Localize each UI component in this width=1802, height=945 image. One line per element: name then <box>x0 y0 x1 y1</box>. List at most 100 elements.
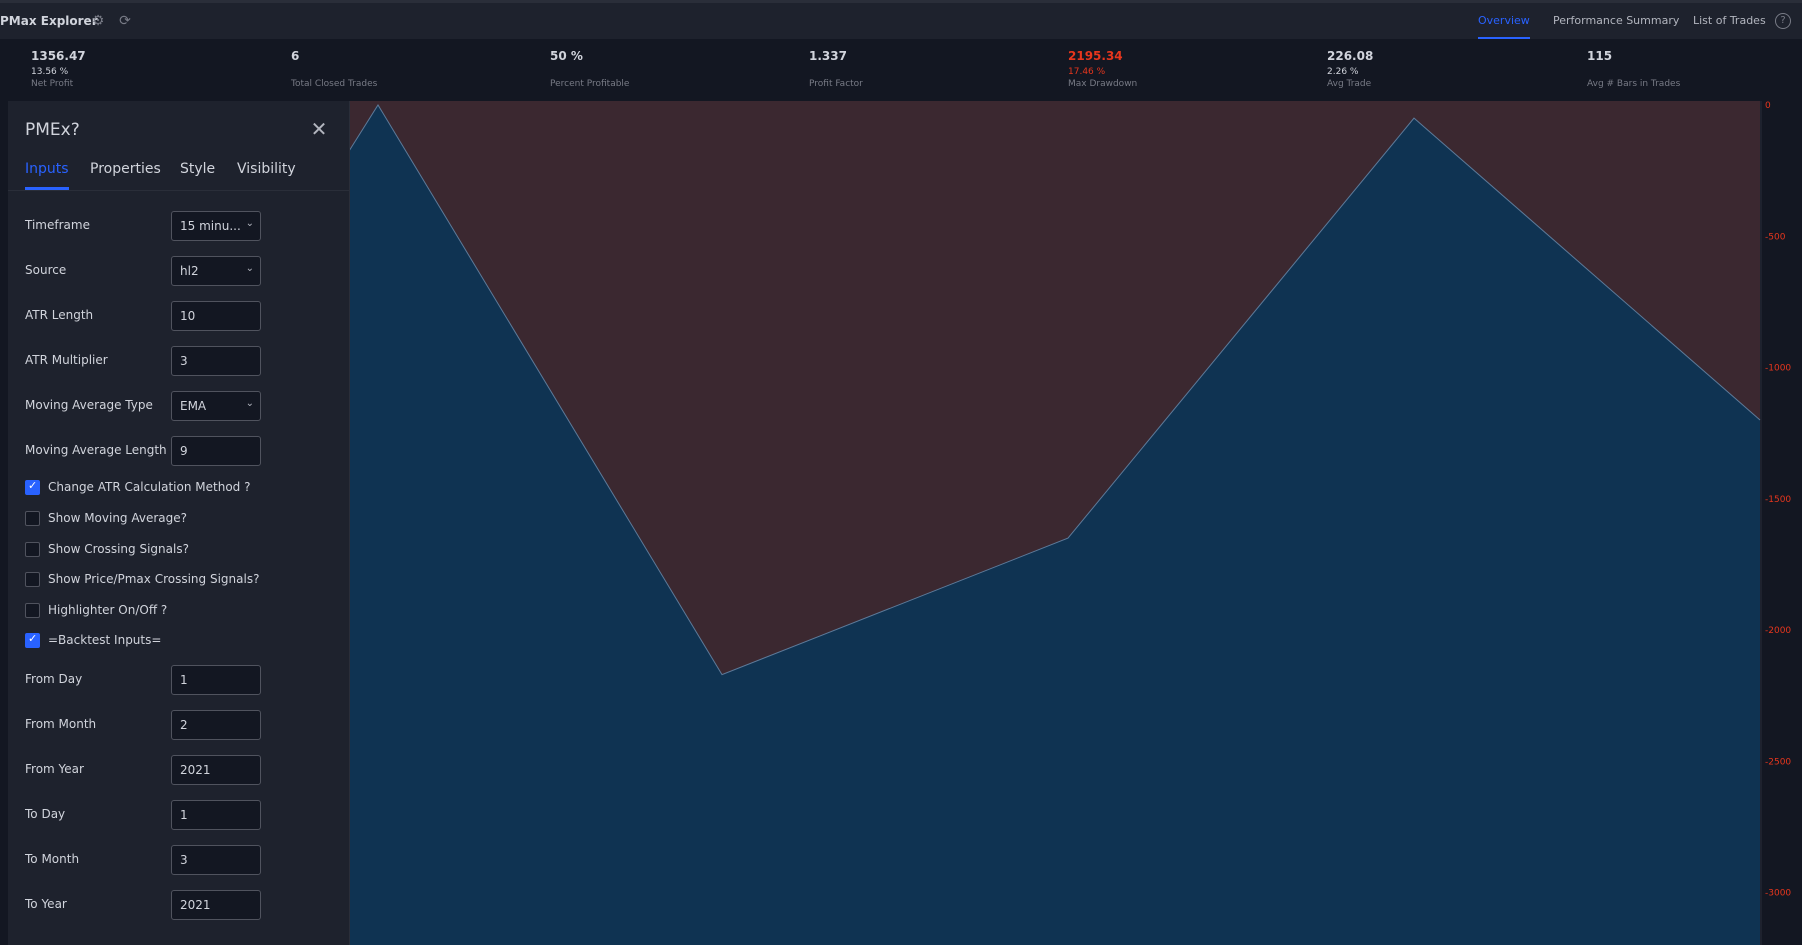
dialog-title: PMEx? <box>25 120 80 140</box>
atr-multiplier-input[interactable]: 3 <box>171 346 261 376</box>
stat-value: 115 <box>1587 49 1613 63</box>
timeframe-label: Timeframe <box>25 218 90 232</box>
help-icon[interactable]: ? <box>1775 13 1791 29</box>
checkbox-label: Show Moving Average? <box>48 511 188 525</box>
checkbox[interactable] <box>25 603 40 618</box>
indicator-settings-dialog: PMEx? ✕ Inputs Properties Style Visibili… <box>8 101 350 945</box>
y-tick-label: -1500 <box>1765 495 1791 505</box>
checkbox[interactable] <box>25 479 40 495</box>
source-label: Source <box>25 263 67 277</box>
tab-style[interactable]: Style <box>180 161 215 177</box>
tab-overview[interactable]: Overview <box>1478 14 1530 39</box>
close-icon[interactable]: ✕ <box>309 119 329 139</box>
ma-type-value: EMA <box>180 399 207 413</box>
checkbox-label: Change ATR Calculation Method ? <box>48 480 251 494</box>
from-month-label: From Month <box>25 717 97 731</box>
atr-multiplier-label: ATR Multiplier <box>25 353 108 367</box>
source-value: hl2 <box>180 264 199 278</box>
top-bar: PMax Explorer ⚙ ⟳ Overview Performance S… <box>0 0 1802 39</box>
refresh-icon[interactable]: ⟳ <box>117 13 133 29</box>
to-month-label: To Month <box>25 852 80 866</box>
checkbox-row-change-atr[interactable]: Change ATR Calculation Method ? <box>25 479 345 497</box>
input-row-source: Source hl2 ⌄ <box>8 256 350 286</box>
stat-value: 2195.34 <box>1068 49 1123 63</box>
input-row-to-year: To Year 2021 <box>8 890 350 920</box>
y-tick-label: -500 <box>1765 232 1786 242</box>
source-select[interactable]: hl2 ⌄ <box>171 256 261 286</box>
ma-length-label: Moving Average Length <box>25 443 167 457</box>
stat-label: Avg # Bars in Trades <box>1587 79 1681 89</box>
to-day-label: To Day <box>25 807 66 821</box>
y-tick-label: 0 <box>1765 101 1771 111</box>
ma-type-select[interactable]: EMA ⌄ <box>171 391 261 421</box>
input-row-from-month: From Month 2 <box>8 710 350 740</box>
checkbox-row-backtest-inputs[interactable]: =Backtest Inputs= <box>25 632 345 650</box>
input-row-ma-type: Moving Average Type EMA ⌄ <box>8 391 350 421</box>
chevron-down-icon: ⌄ <box>245 263 254 274</box>
input-row-timeframe: Timeframe 15 minu... ⌄ <box>8 211 350 241</box>
input-row-ma-length: Moving Average Length 9 <box>8 436 350 466</box>
tab-performance-summary[interactable]: Performance Summary <box>1553 14 1679 27</box>
chevron-down-icon: ⌄ <box>245 398 254 409</box>
input-row-to-month: To Month 3 <box>8 845 350 875</box>
input-row-atr-multiplier: ATR Multiplier 3 <box>8 346 350 376</box>
tab-visibility[interactable]: Visibility <box>237 161 296 177</box>
atr-length-label: ATR Length <box>25 308 94 322</box>
ma-length-input[interactable]: 9 <box>171 436 261 466</box>
checkbox-label: Show Price/Pmax Crossing Signals? <box>48 572 260 586</box>
atr-length-input[interactable]: 10 <box>171 301 261 331</box>
stat-label: Max Drawdown <box>1068 79 1138 89</box>
stat-label: Avg Trade <box>1327 79 1372 89</box>
checkbox-row-highlighter[interactable]: Highlighter On/Off ? <box>25 602 345 620</box>
from-year-label: From Year <box>25 762 84 776</box>
checkbox-row-crossing-signals[interactable]: Show Crossing Signals? <box>25 541 345 559</box>
to-year-input[interactable]: 2021 <box>171 890 261 920</box>
to-year-label: To Year <box>25 897 67 911</box>
checkbox-label: Show Crossing Signals? <box>48 542 189 556</box>
y-tick-label: -2500 <box>1765 757 1791 767</box>
chevron-down-icon: ⌄ <box>245 218 254 229</box>
y-tick-label: -3000 <box>1765 889 1791 899</box>
stat-value: 50 % <box>550 49 583 63</box>
y-tick-label: -2000 <box>1765 626 1791 636</box>
stat-value: 1.337 <box>809 49 847 63</box>
input-row-atr-length: ATR Length 10 <box>8 301 350 331</box>
from-year-input[interactable]: 2021 <box>171 755 261 785</box>
tab-properties[interactable]: Properties <box>90 161 161 177</box>
checkbox[interactable] <box>25 542 40 557</box>
checkbox[interactable] <box>25 572 40 587</box>
y-axis-ticks: 0 -500 -1000 -1500 -2000 -2500 -3000 <box>1765 101 1791 899</box>
ma-type-label: Moving Average Type <box>25 398 153 412</box>
checkbox-label: Highlighter On/Off ? <box>48 603 168 617</box>
from-month-input[interactable]: 2 <box>171 710 261 740</box>
stat-sub: 13.56 % <box>31 67 69 77</box>
stat-value: 226.08 <box>1327 49 1374 63</box>
stat-label: Total Closed Trades <box>291 79 378 89</box>
app-title: PMax Explorer <box>0 14 98 28</box>
settings-icon[interactable]: ⚙ <box>90 13 106 29</box>
input-row-from-year: From Year 2021 <box>8 755 350 785</box>
checkbox[interactable] <box>25 511 40 526</box>
from-day-input[interactable]: 1 <box>171 665 261 695</box>
stat-value: 1356.47 <box>31 49 86 63</box>
tab-inputs[interactable]: Inputs <box>25 161 69 190</box>
checkbox[interactable] <box>25 632 40 648</box>
timeframe-value: 15 minu... <box>180 219 241 233</box>
y-tick-label: -1000 <box>1765 364 1791 374</box>
timeframe-select[interactable]: 15 minu... ⌄ <box>171 211 261 241</box>
stat-label: Net Profit <box>31 79 74 89</box>
stat-sub: 17.46 % <box>1068 67 1106 77</box>
stat-label: Percent Profitable <box>550 79 630 89</box>
stat-label: Profit Factor <box>809 79 863 89</box>
tab-divider <box>8 190 350 191</box>
checkbox-row-show-ma[interactable]: Show Moving Average? <box>25 510 345 528</box>
input-row-from-day: From Day 1 <box>8 665 350 695</box>
to-day-input[interactable]: 1 <box>171 800 261 830</box>
to-month-input[interactable]: 3 <box>171 845 261 875</box>
tab-list-of-trades[interactable]: List of Trades <box>1693 14 1766 27</box>
stat-value: 6 <box>291 49 300 63</box>
stats-strip: 1356.47 13.56 % Net Profit 6 Total Close… <box>0 39 1802 101</box>
checkbox-row-price-pmax-signals[interactable]: Show Price/Pmax Crossing Signals? <box>25 571 345 589</box>
checkbox-label: =Backtest Inputs= <box>48 633 162 647</box>
stat-sub: 2.26 % <box>1327 67 1359 77</box>
